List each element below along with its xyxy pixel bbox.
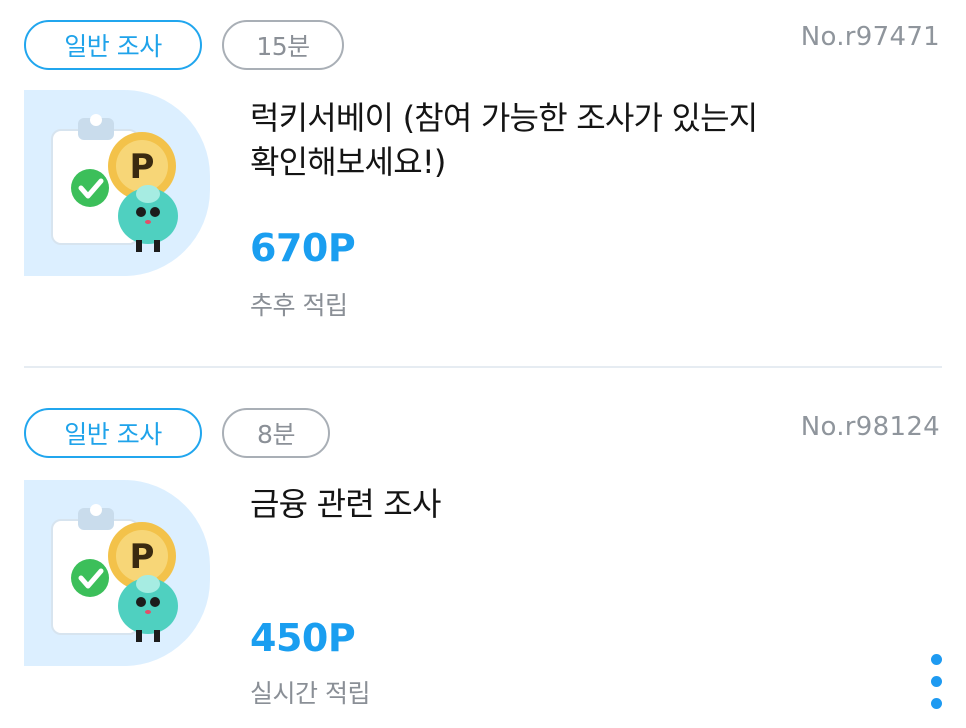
survey-card[interactable]: 일반 조사 8분 No.r98124 P 금융 관련 조사 450P 실시간 적… [0,368,966,728]
survey-point-mascot-icon: P [24,480,210,666]
svg-text:P: P [130,147,155,187]
survey-type-chip: 일반 조사 [24,408,202,458]
reward-timing: 추후 적립 [250,291,348,320]
survey-number: No.r98124 [800,412,940,442]
survey-type-chip: 일반 조사 [24,20,202,70]
reward-points: 670P [250,226,356,270]
reward-timing: 실시간 적립 [250,679,370,708]
survey-title: 럭키서베이 (참여 가능한 조사가 있는지 확인해보세요!) [250,99,758,181]
more-vertical-icon[interactable] [928,654,946,718]
survey-title: 금융 관련 조사 [250,485,441,523]
duration-chip: 15분 [222,20,344,70]
survey-card[interactable]: 일반 조사 15분 No.r97471 P 럭키서베이 (참여 가능한 조사가 … [0,0,966,366]
reward-points: 450P [250,616,356,660]
survey-number: No.r97471 [800,22,940,52]
survey-point-mascot-icon: P [24,90,210,276]
duration-chip: 8분 [222,408,330,458]
svg-text:P: P [130,537,155,577]
